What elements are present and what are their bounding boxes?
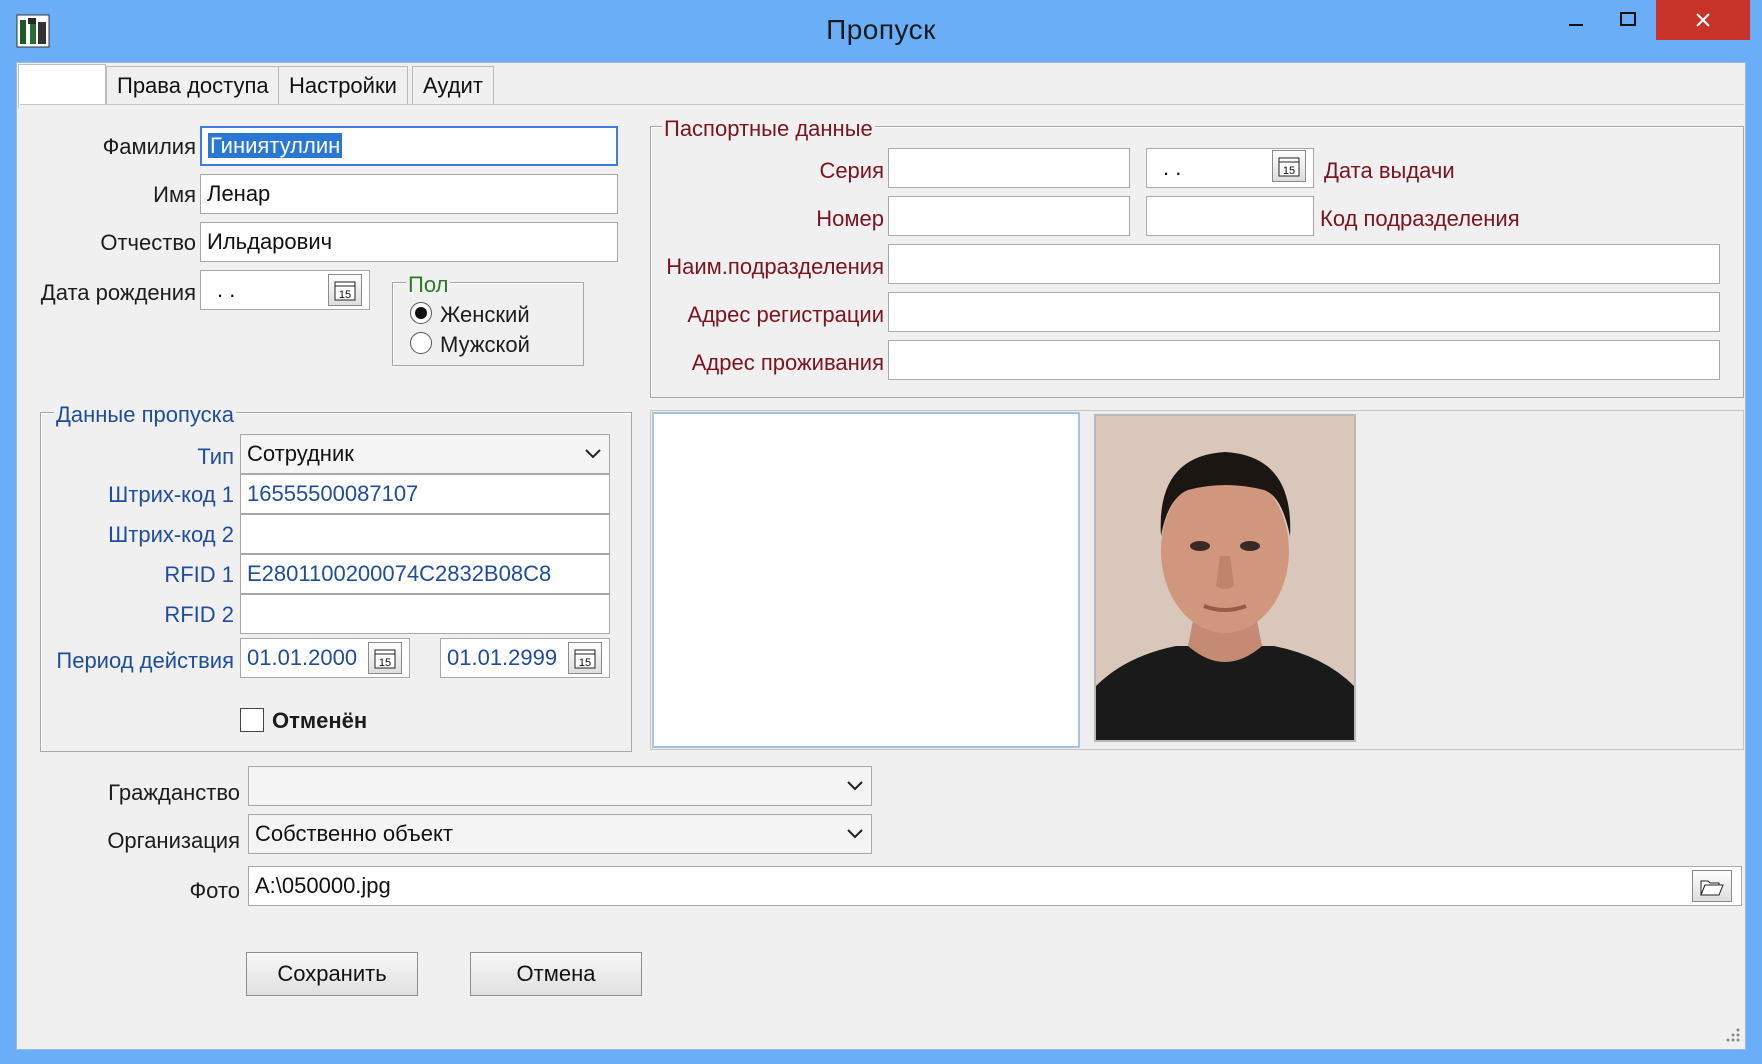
passport-number-input[interactable] [888,196,1130,236]
gender-female-label[interactable]: Женский [440,302,530,328]
tab-access-rights[interactable]: Права доступа [106,66,280,104]
tab-settings[interactable]: Настройки [278,66,408,104]
patronymic-label: Отчество [100,230,196,255]
rfid1-input[interactable]: E2801100200074C2832B08C8 [240,554,610,594]
barcode2-label: Штрих-код 2 [108,522,234,547]
name-input[interactable]: Ленар [200,174,618,214]
issue-date-value: . . [1163,155,1182,180]
chevron-down-icon[interactable] [578,435,608,473]
birth-date-label: Дата рождения [40,280,196,305]
gender-female-radio[interactable] [410,302,432,324]
person-photo-image [1096,416,1354,740]
window-title: Пропуск [826,14,936,45]
pass-data-group-title: Данные пропуска [54,402,236,428]
browse-photo-button[interactable] [1692,870,1732,902]
barcode1-label: Штрих-код 1 [108,482,234,507]
person-photo[interactable] [1094,414,1356,742]
dept-code-input[interactable] [1146,196,1314,236]
calendar-icon: 15 [574,649,596,669]
minimize-icon [1569,24,1583,26]
period-from-calendar-button[interactable]: 15 [368,642,402,674]
period-to-calendar-button[interactable]: 15 [568,642,602,674]
dept-name-input[interactable] [888,244,1720,284]
minimize-button[interactable] [1548,0,1604,40]
barcode1-input[interactable]: 16555500087107 [240,474,610,514]
folder-open-icon [1700,880,1724,896]
name-label: Имя [153,182,196,207]
surname-input[interactable]: Гиниятуллин [200,126,618,166]
reg-address-input[interactable] [888,292,1720,332]
chevron-down-icon[interactable] [840,815,870,853]
close-button[interactable] [1656,0,1750,40]
passport-group-title: Паспортные данные [662,116,875,142]
gender-male-label[interactable]: Мужской [440,332,530,358]
close-icon [1696,13,1710,27]
svg-text:15: 15 [379,657,391,669]
tab-main[interactable] [18,64,106,108]
surname-value: Гиниятуллин [208,133,343,158]
dept-name-label: Наим.подразделения [666,254,884,279]
citizenship-select[interactable] [248,766,872,806]
surname-label: Фамилия [102,134,196,159]
calendar-icon: 15 [374,649,396,669]
rfid2-input[interactable] [240,594,610,634]
svg-text:15: 15 [579,657,591,669]
maximize-icon [1620,12,1636,26]
passport-series-label: Серия [819,158,884,183]
chevron-down-icon[interactable] [840,767,870,805]
organization-value: Собственно объект [255,821,453,846]
issue-date-calendar-button[interactable]: 15 [1272,150,1306,182]
pass-type-label: Тип [197,444,234,469]
birth-date-value: . . [217,277,236,302]
citizenship-label: Гражданство [108,780,240,805]
organization-select[interactable]: Собственно объект [248,814,872,854]
organization-label: Организация [107,828,240,853]
cancelled-label[interactable]: Отменён [272,708,367,734]
resize-grip[interactable] [1722,1024,1742,1044]
signature-image-box[interactable] [652,412,1080,748]
pass-type-select[interactable]: Сотрудник [240,434,610,474]
pass-type-value: Сотрудник [247,441,354,466]
maximize-button[interactable] [1600,0,1656,40]
validity-period-label: Период действия [56,648,234,673]
live-address-input[interactable] [888,340,1720,380]
cancelled-checkbox[interactable] [240,708,264,732]
birth-date-calendar-button[interactable]: 15 [328,274,362,306]
patronymic-input[interactable]: Ильдарович [200,222,618,262]
tab-audit[interactable]: Аудит [412,66,494,104]
calendar-icon: 15 [1278,157,1300,177]
rfid1-label: RFID 1 [164,562,234,587]
passport-series-input[interactable] [888,148,1130,188]
calendar-icon: 15 [334,281,356,301]
dept-code-label: Код подразделения [1320,206,1520,231]
svg-text:15: 15 [339,289,351,301]
photo-path-input[interactable]: A:\050000.jpg [248,866,1742,906]
save-button[interactable]: Сохранить [246,952,418,996]
issue-date-label: Дата выдачи [1324,158,1455,183]
photo-path-label: Фото [189,878,240,903]
live-address-label: Адрес проживания [691,350,884,375]
gender-male-radio[interactable] [410,332,432,354]
cancel-button[interactable]: Отмена [470,952,642,996]
gender-group-title: Пол [406,272,451,298]
rfid2-label: RFID 2 [164,602,234,627]
reg-address-label: Адрес регистрации [687,302,884,327]
passport-number-label: Номер [816,206,884,231]
svg-text:15: 15 [1283,165,1295,177]
barcode2-input[interactable] [240,514,610,554]
